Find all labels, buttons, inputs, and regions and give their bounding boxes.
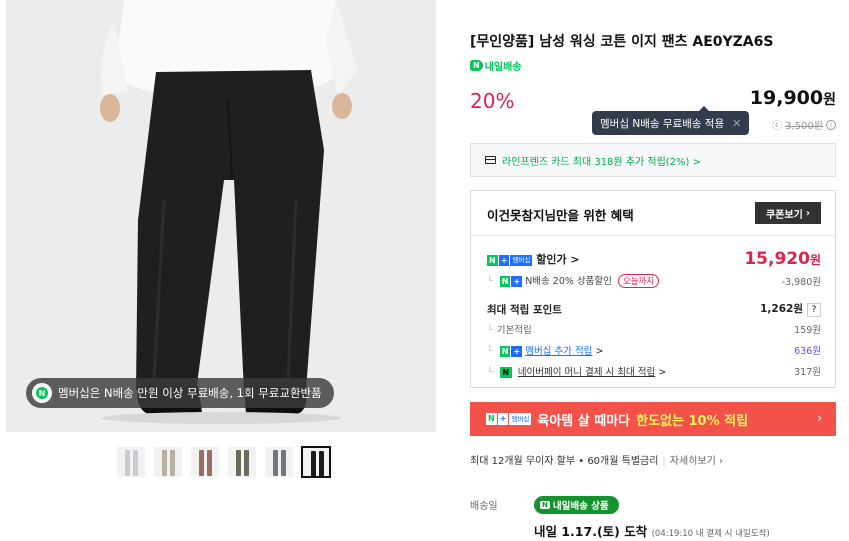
badge-text: 멤버십은 N배송 만원 이상 무료배송, 1회 무료교환반품 (58, 386, 322, 400)
help-icon[interactable]: ? (807, 303, 821, 317)
naver-n-icon: N (32, 383, 52, 403)
divider (471, 235, 835, 236)
thumbnail-list (116, 446, 331, 478)
close-icon[interactable]: ✕ (732, 117, 741, 130)
tomorrow-delivery-tag: N 내일배송 (470, 58, 522, 73)
original-shipping-fee: ⓒ 3,500원 i (772, 117, 836, 132)
thumbnail-4[interactable] (227, 446, 257, 478)
shipping-icon: ⓒ (772, 121, 783, 132)
member-sale-price: 15,920원 (744, 249, 821, 269)
thumbnail-1[interactable] (116, 446, 146, 478)
thumbnail-2[interactable] (153, 446, 183, 478)
naver-n-icon: N (470, 60, 483, 71)
discount-rate: 20% (470, 89, 515, 113)
coupon-view-button[interactable]: 쿠폰보기 › (755, 202, 821, 224)
sale-price: 19,900원 (749, 87, 836, 109)
member-points-value: 636원 (794, 346, 821, 357)
member-points-row: └ N + 멤버십 추가 적립 > 636원 (487, 343, 821, 357)
card-benefit-link[interactable]: 라인프렌즈 카드 최대 318원 추가 적립(2%) > (470, 143, 836, 177)
npay-points-value: 317원 (794, 367, 821, 378)
npay-plus-badge: N + (499, 346, 523, 357)
chevron-right-icon: › (817, 411, 822, 425)
product-main-image[interactable]: N 멤버십은 N배송 만원 이상 무료배송, 1회 무료교환반품 (6, 0, 436, 432)
membership-free-shipping-tooltip: 멤버십 N배송 무료배송 적용 ✕ (592, 106, 750, 135)
naver-pay-icon: N (499, 367, 512, 378)
product-info: [무인양품] 남성 워싱 코튼 이지 팬츠 AE0YZA6S N 내일배송 20… (470, 0, 836, 541)
npay-membership-badge: N + 멤버십 (487, 254, 533, 266)
sale-price-row: N + 멤버십 할인가 > 15,920원 (487, 249, 821, 269)
points-row: 최대 적립 포인트 1,262원? (487, 301, 821, 317)
thumbnail-5[interactable] (264, 446, 294, 478)
nsale-row: └ N + N배송 20% 상품할인 오늘까지 -3,980원 (487, 273, 821, 288)
membership-shipping-badge: N 멤버십은 N배송 만원 이상 무료배송, 1회 무료교환반품 (26, 378, 334, 408)
member-benefit-box: 이건못참지님만을 위한 혜택 쿠폰보기 › N + 멤버십 할인가 > 15,920원… (470, 190, 836, 388)
benefit-heading: 이건못참지님만을 위한 혜택 (487, 208, 634, 223)
shipping-label: 배송일 (470, 501, 498, 512)
credit-card-icon (485, 156, 496, 164)
model-pants-illustration (6, 0, 436, 432)
promo-banner[interactable]: N + 멤버십 육아템 살 때마다 한도없는 10% 적립 › (470, 402, 836, 436)
info-icon[interactable]: i (826, 119, 836, 130)
tomorrow-delivery-badge: N 내일배송 상품 (534, 496, 619, 514)
installment-info: 최대 12개월 무이자 할부 • 60개월 특별금리 | 자세히보기 › (470, 456, 723, 467)
npay-membership-badge: N + 멤버십 (486, 413, 532, 425)
basic-points-value: 159원 (794, 325, 821, 336)
npay-points-row: └ N 네이버페이 머니 결제 시 최대 적립 > 317원 (487, 364, 821, 378)
nsale-value: -3,980원 (781, 276, 821, 288)
basic-points-row: └ 기본적립 159원 (487, 322, 821, 336)
member-points-link[interactable]: 멤버십 추가 적립 (525, 346, 592, 357)
thumbnail-3[interactable] (190, 446, 220, 478)
product-gallery: N 멤버십은 N배송 만원 이상 무료배송, 1회 무료교환반품 (0, 0, 436, 541)
product-title: [무인양품] 남성 워싱 코튼 이지 팬츠 AE0YZA6S (470, 34, 774, 50)
npay-points-link[interactable]: 네이버페이 머니 결제 시 최대 적립 (518, 367, 655, 378)
npay-plus-badge: N + (499, 276, 523, 287)
installment-details-link[interactable]: 자세히보기 › (670, 456, 723, 467)
thumbnail-6-selected[interactable] (301, 446, 331, 478)
points-value: 1,262원 (760, 303, 803, 315)
delivery-date: 내일 1.17.(토) 도착 (04:19:10 내 결제 시 내일도착) (534, 524, 770, 539)
today-only-badge: 오늘까지 (617, 274, 660, 288)
naver-n-icon: N (540, 501, 550, 509)
sale-label[interactable]: 할인가 > (536, 253, 579, 266)
